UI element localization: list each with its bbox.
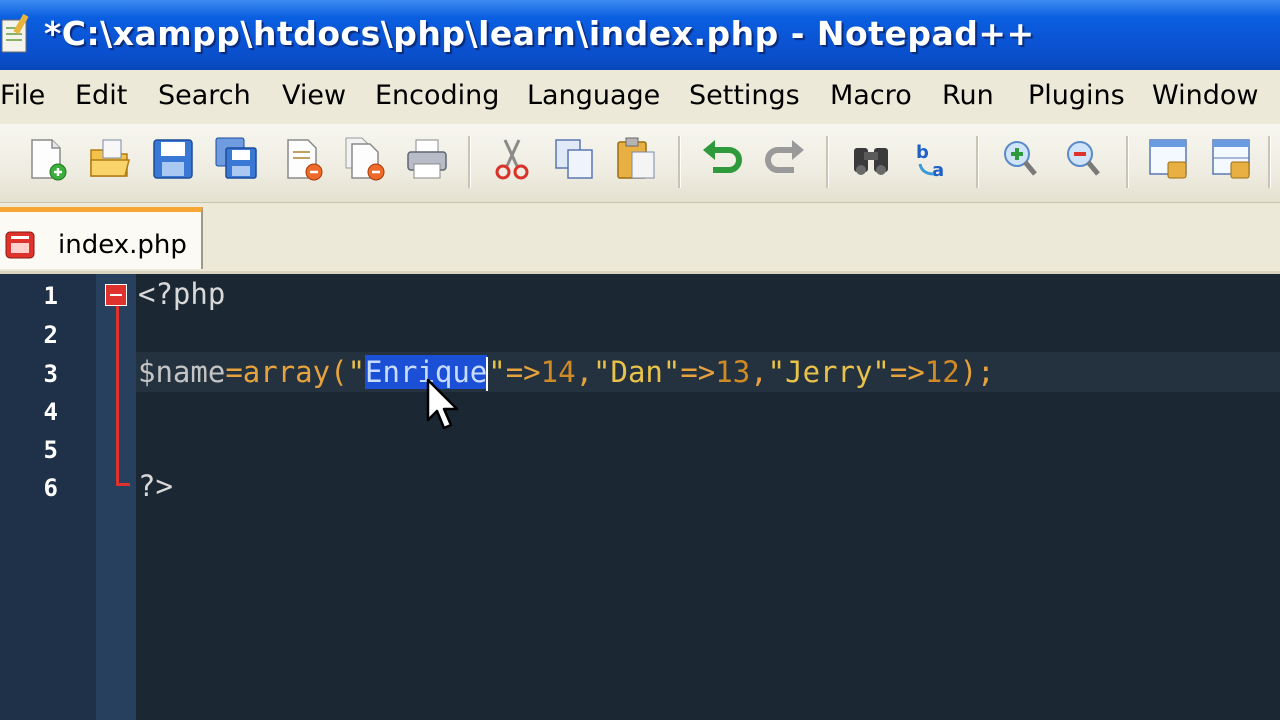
arrow-token: => [889, 355, 925, 389]
toolbar-separator [826, 136, 829, 188]
menu-view[interactable]: View [282, 80, 346, 111]
close-button[interactable] [278, 134, 328, 184]
sync-horizontal-icon [1212, 139, 1250, 179]
line-number: 2 [43, 321, 58, 349]
line-number: 4 [43, 398, 58, 426]
menu-settings[interactable]: Settings [689, 80, 800, 111]
paste-icon [617, 137, 655, 179]
string-token: "Dan" [593, 355, 681, 389]
fold-range-line [116, 306, 119, 486]
code-line-1[interactable]: <?php [138, 274, 225, 314]
sync-vertical-button[interactable] [1144, 134, 1194, 184]
close-icon [287, 139, 323, 181]
sync-vertical-icon [1149, 139, 1187, 179]
zoom-out-icon [1067, 141, 1100, 176]
window-title: *C:\xampp\htdocs\php\learn\index.php - N… [44, 14, 1035, 53]
php-close-tag: ?> [138, 469, 173, 503]
paste-button[interactable] [612, 134, 662, 184]
number-token: 13 [715, 355, 751, 389]
code-line-3[interactable]: $name=array("Enrique"=>14,"Dan"=>13,"Jer… [138, 352, 995, 392]
number-token: 12 [924, 355, 960, 389]
document-tab-bar: index.php [0, 203, 1280, 274]
zoom-in-button[interactable] [995, 134, 1045, 184]
quote-token: " [347, 355, 366, 389]
zoom-in-icon [1004, 141, 1037, 176]
number-token: 14 [540, 355, 576, 389]
comma-token: , [575, 355, 594, 389]
undo-icon [703, 140, 742, 173]
arrow-token: => [505, 355, 541, 389]
redo-button[interactable] [760, 134, 810, 184]
php-open-tag: <?php [138, 277, 226, 311]
modified-file-icon [5, 231, 35, 259]
cut-icon [495, 139, 529, 180]
comma-token: , [750, 355, 768, 389]
operator-token: = [225, 355, 243, 389]
save-button[interactable] [148, 134, 198, 184]
mouse-pointer-icon [426, 378, 459, 430]
svg-text:a: a [932, 160, 944, 181]
find-button[interactable] [846, 134, 896, 184]
paren-token: ( [330, 355, 348, 389]
toolbar: b a [0, 124, 1280, 203]
function-token: array [242, 355, 331, 389]
toolbar-separator [1268, 136, 1271, 188]
menu-macro[interactable]: Macro [830, 80, 912, 111]
variable-token: $name [138, 355, 226, 389]
menu-plugins[interactable]: Plugins [1028, 80, 1125, 111]
copy-button[interactable] [550, 134, 600, 184]
line-number: 5 [43, 436, 58, 464]
arrow-token: => [680, 355, 716, 389]
menu-language[interactable]: Language [527, 80, 660, 111]
menu-encoding[interactable]: Encoding [375, 80, 499, 111]
copy-icon [555, 139, 593, 179]
code-line-6[interactable]: ?> [138, 466, 173, 506]
tab-label: index.php [58, 230, 187, 260]
statement-end-token: ); [959, 355, 995, 389]
redo-icon [765, 140, 804, 173]
code-editor[interactable]: 1 2 3 4 5 6 <?php $name=array("Enrique"=… [0, 274, 1280, 720]
string-token: "Jerry" [767, 355, 890, 389]
fold-collapse-icon[interactable] [105, 284, 127, 306]
open-file-button[interactable] [85, 134, 135, 184]
save-icon [153, 139, 193, 179]
find-icon [854, 148, 888, 175]
quote-token: " [488, 355, 506, 389]
save-all-icon [215, 137, 257, 179]
save-all-button[interactable] [212, 134, 262, 184]
replace-icon: b a [916, 142, 944, 181]
line-number: 6 [43, 474, 58, 502]
menu-search[interactable]: Search [158, 80, 251, 111]
line-number-gutter: 1 2 3 4 5 6 [0, 274, 96, 720]
close-all-icon [345, 137, 385, 181]
line-number: 3 [43, 360, 58, 388]
replace-button[interactable]: b a [910, 134, 960, 184]
line-number: 1 [43, 282, 58, 310]
sync-horizontal-button[interactable] [1207, 134, 1257, 184]
open-file-icon [90, 139, 130, 177]
menu-edit[interactable]: Edit [75, 80, 127, 111]
toolbar-separator [1126, 136, 1129, 188]
new-file-icon [31, 139, 67, 181]
menu-file[interactable]: File [0, 80, 45, 111]
menu-run[interactable]: Run [942, 80, 994, 111]
undo-button[interactable] [697, 134, 747, 184]
menu-window[interactable]: Window [1152, 80, 1258, 111]
cut-button[interactable] [487, 134, 537, 184]
print-button[interactable] [402, 134, 452, 184]
toolbar-separator [468, 136, 471, 188]
title-bar: *C:\xampp\htdocs\php\learn\index.php - N… [0, 0, 1280, 70]
zoom-out-button[interactable] [1058, 134, 1108, 184]
fold-range-end [116, 483, 130, 486]
notepad-app-icon[interactable] [0, 12, 30, 56]
new-file-button[interactable] [22, 134, 72, 184]
tab-index-php[interactable]: index.php [0, 207, 203, 269]
toolbar-separator [678, 136, 681, 188]
menu-bar: File Edit Search View Encoding Language … [0, 70, 1280, 124]
svg-text:b: b [916, 142, 929, 163]
close-all-button[interactable] [340, 134, 390, 184]
print-icon [407, 139, 447, 179]
toolbar-separator [976, 136, 979, 188]
